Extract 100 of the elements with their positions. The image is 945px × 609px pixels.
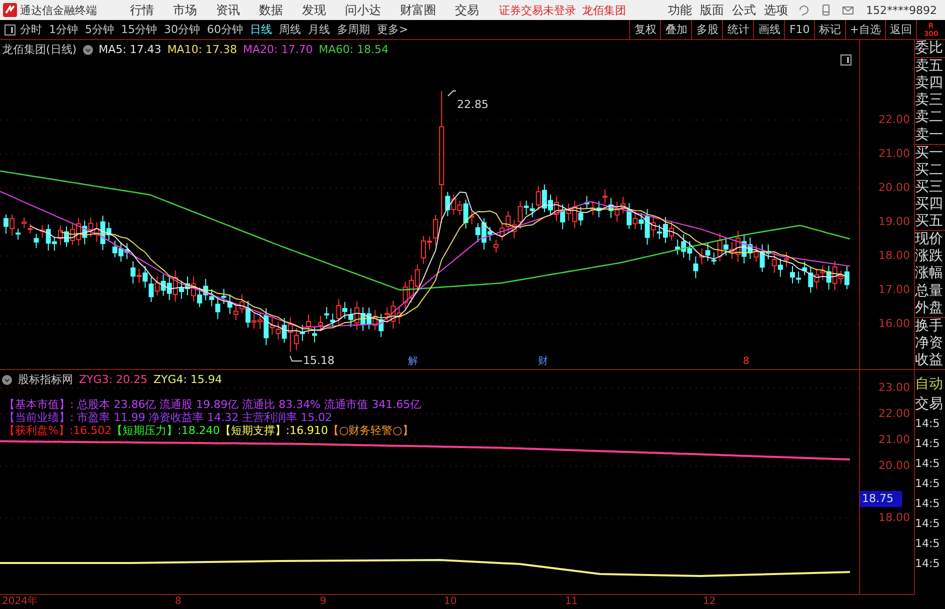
panel-toggle-icon[interactable] [840, 54, 852, 66]
period-tab[interactable]: 30分钟 [164, 22, 200, 37]
period-tab[interactable]: 日线 [250, 22, 272, 37]
quote-label: 买三 [915, 178, 944, 196]
axis-label: 18.00 [878, 511, 910, 525]
trade-time: 14:5 [915, 456, 941, 472]
info-text: 【获利盘%】:16.502 [4, 424, 112, 437]
time-axis-label: 10 [444, 595, 457, 609]
event-marker[interactable]: 财 [538, 356, 548, 368]
quote-label: 净资 [915, 334, 944, 352]
toolbar-button[interactable]: 复权 [629, 20, 660, 39]
app-logo-icon [3, 3, 17, 17]
period-tab[interactable]: 5分钟 [85, 22, 114, 37]
panel-toggle-icon[interactable] [4, 24, 16, 36]
quote-label: 买五 [915, 213, 945, 232]
trade-time: 14:5 [915, 416, 941, 432]
menu-item[interactable]: 资讯 [216, 2, 240, 18]
chat-bubble-icon[interactable] [798, 4, 810, 16]
toolbar-button[interactable]: 画线 [753, 20, 784, 39]
event-marker[interactable]: 解 [408, 356, 418, 368]
toolbar-button[interactable]: 返回 [885, 20, 916, 39]
time-axis-label: 9 [320, 595, 326, 609]
period-tab[interactable]: 60分钟 [207, 22, 243, 37]
toolbar-button[interactable]: 统计 [722, 20, 754, 39]
mail-icon[interactable] [842, 4, 854, 16]
period-tab[interactable]: 多周期 [337, 22, 370, 37]
time-axis-label: 12 [703, 595, 716, 609]
quote-label: 卖五 [915, 58, 944, 76]
app-name: 通达信金融终端 [20, 2, 98, 18]
trade-time: 14:5 [915, 476, 941, 492]
period-tab[interactable]: 周线 [279, 22, 301, 37]
axis-label: 20.00 [878, 181, 910, 195]
time-axis-label: 11 [565, 595, 578, 609]
stock-link[interactable]: 龙佰集团 [582, 2, 626, 18]
cursor-value-label: 18.75 [860, 490, 902, 506]
quote-label: 收益 [915, 352, 944, 370]
trade-time: 14:5 [915, 536, 941, 552]
time-axis-label: 8 [175, 595, 182, 609]
phone-icon[interactable] [820, 4, 832, 16]
dropdown-icon[interactable] [82, 44, 93, 54]
axis-label: 20.00 [878, 459, 910, 473]
quote-label: 外盘 [915, 300, 945, 318]
menu-item[interactable]: 功能 [668, 2, 692, 18]
menu-item[interactable]: 发现 [302, 2, 326, 18]
toolbar-button[interactable]: +自选 [844, 20, 885, 39]
leader-line [290, 356, 302, 362]
menu-item[interactable]: 版面 [700, 2, 724, 18]
info-text: 【短期压力】:18.240 [112, 424, 220, 437]
quote-label: 换手 [915, 318, 944, 335]
menu-item[interactable]: 行情 [130, 2, 154, 18]
trade-time: 14:5 [915, 436, 941, 452]
axis-label: 19.00 [878, 215, 910, 229]
info-text: 【短期支撑】:16.910 [220, 424, 328, 437]
indicator-value: MA20: 17.70 [243, 43, 313, 56]
axis-label: 18.00 [878, 249, 910, 263]
chart-title: 龙佰集团(日线) [2, 42, 77, 57]
quote-label: 总量 [915, 282, 944, 300]
login-notice[interactable]: 证券交易未登录 [499, 2, 576, 18]
period-tab[interactable]: 分时 [20, 22, 42, 37]
toolbar-button[interactable]: 叠加 [660, 20, 692, 39]
info-text: 【当前业绩】: 市盈率 11.99 净资收益率 14.32 主营利润率 15.02 [4, 411, 332, 424]
quote-label: 涨幅 [915, 265, 944, 283]
time-axis-label: 2024年 [2, 595, 38, 609]
trade-time: 14:5 [915, 556, 941, 572]
period-tab[interactable]: 1分钟 [49, 22, 78, 37]
price-label: 15.18 [303, 354, 334, 367]
indicator-value: ZYG3: 20.25 [79, 373, 148, 386]
menu-item[interactable]: 交易 [455, 2, 479, 18]
quote-label: 买一 [915, 144, 944, 162]
trade-label[interactable]: 交易 [915, 394, 945, 414]
axis-label: 22.00 [878, 407, 910, 421]
trade-label[interactable]: 自动 [915, 374, 945, 394]
menu-item[interactable]: 公式 [732, 2, 756, 18]
menu-item[interactable]: 问小达 [345, 2, 381, 18]
axis-label: 21.00 [878, 147, 910, 161]
more-tab[interactable]: 更多> [377, 22, 408, 37]
quote-label: 现价 [915, 231, 944, 248]
axis-label: 23.00 [878, 381, 910, 395]
quote-label: 买四 [915, 196, 944, 214]
info-text: 【○财务轻警○】 [328, 424, 414, 437]
account-number[interactable]: 152****9892 [866, 4, 937, 16]
dropdown-icon[interactable] [2, 374, 12, 384]
menu-item[interactable]: 市场 [173, 2, 197, 18]
menu-item[interactable]: 选项 [764, 2, 788, 18]
period-tab[interactable]: 月线 [308, 22, 330, 37]
leader-line [448, 90, 456, 96]
menu-item[interactable]: 财富圈 [400, 2, 436, 18]
event-marker[interactable]: 8 [743, 356, 750, 368]
toolbar-button[interactable]: 标记 [814, 20, 845, 39]
period-tab[interactable]: 15分钟 [121, 22, 157, 37]
axis-label: 21.00 [878, 433, 910, 447]
quote-label: 卖一 [915, 126, 945, 145]
indicator-value: MA10: 17.38 [167, 43, 238, 56]
toolbar-button[interactable]: 多股 [691, 20, 722, 39]
quote-label: 卖三 [915, 92, 944, 110]
menu-item[interactable]: 数据 [259, 2, 283, 18]
price-label: 22.85 [457, 98, 488, 111]
indicator-value: MA5: 17.43 [98, 43, 162, 56]
toolbar-button[interactable]: F10 [784, 20, 814, 39]
quote-label: 委比 [915, 40, 945, 58]
